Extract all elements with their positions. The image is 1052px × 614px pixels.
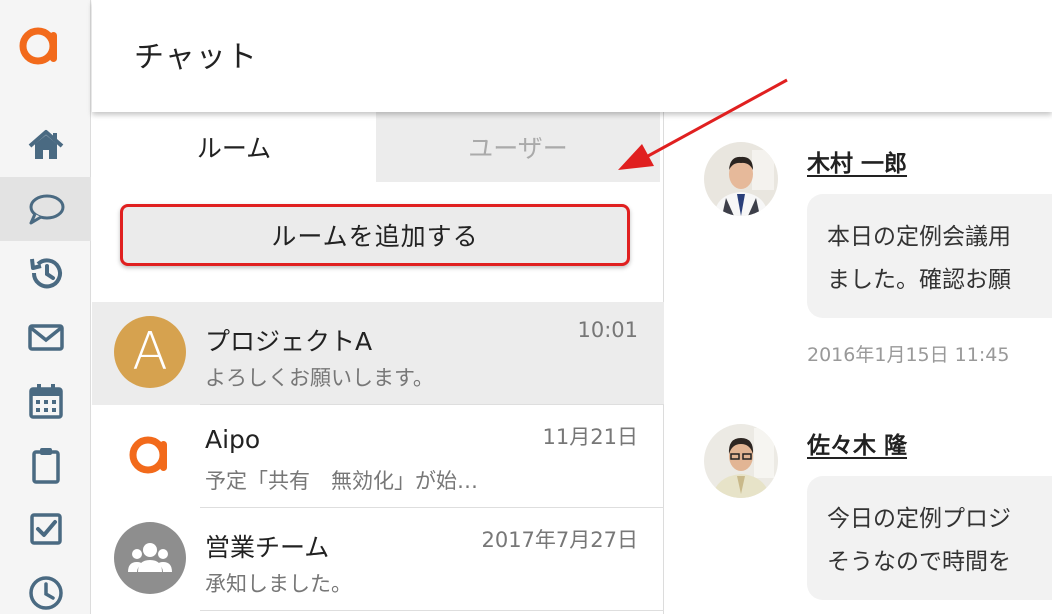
room-item[interactable]: Aipo 予定「共有 無効化」が始… 11月21日 — [92, 405, 664, 508]
home-icon — [28, 130, 63, 159]
tab-rooms[interactable]: ルーム — [92, 112, 376, 182]
todo-icon — [29, 513, 62, 545]
user-photo-icon — [704, 424, 778, 498]
room-avatar — [114, 419, 186, 491]
message-pane: 木村 一郎 本日の定例会議用 ました。確認お願 2016年1月15日 11:45… — [664, 112, 1052, 614]
clock-icon — [28, 576, 63, 610]
message-line: 本日の定例会議用 — [827, 224, 1011, 250]
room-preview: 予定「共有 無効化」が始… — [205, 469, 478, 493]
nav-home[interactable] — [0, 113, 91, 177]
nav-clock[interactable] — [0, 561, 91, 614]
sender-avatar[interactable] — [704, 142, 778, 216]
nav-history[interactable] — [0, 241, 91, 305]
add-room-button[interactable]: ルームを追加する — [120, 204, 630, 266]
history-icon — [29, 258, 62, 289]
message-timestamp: 2016年1月15日 11:45 — [807, 344, 1010, 366]
avatar-letter: A — [132, 322, 168, 382]
mail-icon — [27, 324, 64, 351]
clipboard-icon — [31, 448, 60, 484]
nav-chat[interactable] — [0, 177, 91, 241]
room-name: Aipo — [205, 425, 261, 454]
room-list-pane: ルーム ユーザー ルームを追加する A プロジェクトA よろしくお願いします。 … — [92, 112, 664, 614]
chat-icon — [29, 194, 64, 225]
message-bubble: 今日の定例プロジ そうなので時間を — [807, 476, 1052, 600]
sender-avatar[interactable] — [704, 424, 778, 498]
room-preview: 承知しました。 — [205, 572, 352, 596]
message-line: 今日の定例プロジ — [827, 506, 1011, 532]
nav-calendar[interactable] — [0, 369, 91, 433]
sender-name[interactable]: 佐々木 隆 — [807, 426, 907, 460]
sender-name[interactable]: 木村 一郎 — [807, 144, 907, 178]
side-rail — [0, 0, 91, 614]
room-item[interactable]: 営業チーム 承知しました。 2017年7月27日 — [92, 508, 664, 611]
message-line: ました。確認お願 — [827, 267, 1011, 293]
room-time: 2017年7月27日 — [481, 528, 638, 552]
message-bubble: 本日の定例会議用 ました。確認お願 — [807, 194, 1052, 318]
nav-mail[interactable] — [0, 305, 91, 369]
tab-bar: ルーム ユーザー — [92, 112, 660, 182]
room-avatar: A — [114, 316, 186, 388]
room-avatar — [114, 522, 186, 594]
aipo-logo-icon[interactable] — [14, 20, 66, 72]
room-time: 11月21日 — [542, 425, 638, 449]
tab-users[interactable]: ユーザー — [376, 112, 660, 182]
room-preview: よろしくお願いします。 — [205, 366, 434, 390]
page-title: チャット — [134, 40, 258, 75]
app-header: チャット — [92, 0, 1052, 112]
nav-todo[interactable] — [0, 497, 91, 561]
room-name: プロジェクトA — [205, 327, 373, 356]
room-name: 営業チーム — [205, 533, 330, 562]
aipo-logo-icon — [129, 436, 167, 474]
divider — [200, 610, 664, 611]
user-photo-icon — [704, 142, 778, 216]
room-item[interactable]: A プロジェクトA よろしくお願いします。 10:01 — [92, 302, 664, 405]
room-time: 10:01 — [577, 318, 638, 342]
nav-clipboard[interactable] — [0, 433, 91, 497]
message-line: そうなので時間を — [827, 549, 1011, 575]
group-icon — [128, 543, 172, 572]
calendar-icon — [28, 384, 63, 419]
